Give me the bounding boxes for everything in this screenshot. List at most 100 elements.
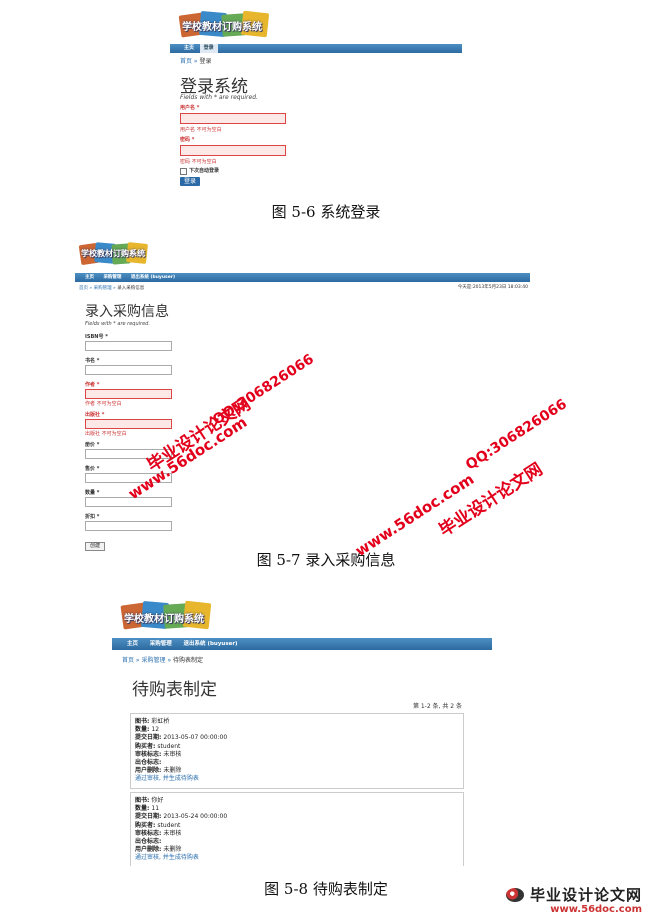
breadcrumb: 首页 » 登录 xyxy=(180,58,212,65)
list-item: 图书: 彩虹桥 数量: 12 提交日期: 2013-05-07 00:00:00 购买者: s… xyxy=(130,713,464,789)
form-field-error: 出版社 不可为空白 xyxy=(85,431,127,437)
record-field-key: 数量: xyxy=(135,726,150,734)
record-field: 购买者: student xyxy=(135,822,459,830)
form-field-label: 折扣 * xyxy=(85,514,100,520)
record-field: 图书: 你好 xyxy=(135,797,459,805)
username-label: 用户名 * xyxy=(180,105,200,111)
password-label: 密码 * xyxy=(180,137,195,143)
footer-site-text: www.56doc.com xyxy=(550,904,642,915)
breadcrumb-current: 录入采购信息 xyxy=(117,286,145,291)
app-logo: 学校教材订购系统 xyxy=(120,596,220,632)
record-field-value: 11 xyxy=(151,805,160,813)
app-logo: 学校教材订购系统 xyxy=(78,239,158,267)
record-field-value: 未删除 xyxy=(163,846,182,854)
form-field-input[interactable] xyxy=(85,419,172,429)
nav-item-login[interactable]: 登录 xyxy=(199,44,218,53)
app-logo-text: 学校教材订购系统 xyxy=(81,249,145,258)
form-field-label: 册价 * xyxy=(85,442,100,448)
app-logo-text: 学校教材订购系统 xyxy=(124,614,204,625)
required-note: Fields with * are required. xyxy=(180,94,258,101)
breadcrumb-current: 待购表制定 xyxy=(173,657,204,664)
username-error: 用户名 不可为空白 xyxy=(180,127,222,133)
nav-bar: 主页 采购管理 退出系统 (buyuser) xyxy=(112,638,492,650)
footer-logo-icon xyxy=(506,887,525,902)
breadcrumb: 首页 » 采购管理 » 录入采购信息 xyxy=(79,286,145,291)
record-field-key: 审核标志: xyxy=(135,750,162,758)
record-field-key: 购买者: xyxy=(135,742,156,750)
footer-brand-logo: 毕业设计论文网 www.56doc.com xyxy=(506,884,642,915)
username-input[interactable] xyxy=(180,113,286,124)
footer-brand-text: 毕业设计论文网 xyxy=(529,886,642,904)
record-field-key: 审核标志: xyxy=(135,829,162,837)
breadcrumb: 首页 » 采购管理 » 待购表制定 xyxy=(122,657,204,664)
app-logo: 学校教材订购系统 xyxy=(178,6,278,40)
record-field: 审核标志: 未审核 xyxy=(135,830,459,838)
record-field-key: 出仓标志: xyxy=(135,838,162,846)
breadcrumb-home[interactable]: 首页 xyxy=(122,657,134,664)
form-field-input[interactable] xyxy=(85,521,172,531)
nav-item-home[interactable]: 主页 xyxy=(81,273,98,282)
record-field-key: 图书: xyxy=(135,797,150,804)
record-field-key: 提交日期: xyxy=(135,734,162,742)
record-field-value: student xyxy=(157,821,181,829)
page-title: 待购表制定 xyxy=(132,680,217,700)
record-field-key: 提交日期: xyxy=(135,813,162,821)
login-button[interactable]: 登录 xyxy=(180,177,200,186)
record-field-value: 你好 xyxy=(151,797,164,804)
form-field-error: 作者 不可为空白 xyxy=(85,401,122,407)
record-field-value: 未审核 xyxy=(163,829,182,837)
result-summary: 第 1-2 条, 共 2 条 xyxy=(412,703,462,710)
record-field-value: 彩虹桥 xyxy=(151,718,170,725)
figure-pending-list-screenshot: 学校教材订购系统 主页 采购管理 退出系统 (buyuser) 首页 » 采购管… xyxy=(112,592,492,866)
form-field-input[interactable] xyxy=(85,389,172,399)
approve-link[interactable]: 通过审核, 并生成待购表 xyxy=(135,854,459,862)
record-field: 出仓标志: xyxy=(135,838,459,846)
record-field: 出仓标志: xyxy=(135,759,459,767)
breadcrumb-purchase[interactable]: 采购管理 xyxy=(142,657,166,664)
record-field-key: 图书: xyxy=(135,718,150,725)
page-title: 录入采购信息 xyxy=(85,304,169,320)
breadcrumb-purchase[interactable]: 采购管理 xyxy=(94,286,112,291)
datetime-text: 今天是:2013年5月23日 18:03:40 xyxy=(457,285,528,290)
password-input[interactable] xyxy=(180,145,286,156)
form-field-label: 数量 * xyxy=(85,490,100,496)
record-field: 审核标志: 未审核 xyxy=(135,751,459,759)
remember-checkbox[interactable] xyxy=(180,168,187,175)
password-error: 密码 不可为空白 xyxy=(180,159,217,165)
nav-item-logout[interactable]: 退出系统 (buyuser) xyxy=(179,638,243,650)
record-field-key: 购买者: xyxy=(135,821,156,829)
form-field-input[interactable] xyxy=(85,497,172,507)
breadcrumb-current: 登录 xyxy=(199,58,212,65)
form-field-label: 出版社 * xyxy=(85,412,105,418)
form-field-label: ISBN号 * xyxy=(85,334,108,340)
app-logo-text: 学校教材订购系统 xyxy=(182,22,262,33)
form-field-input[interactable] xyxy=(85,365,172,375)
nav-item-purchase[interactable]: 采购管理 xyxy=(99,273,125,282)
nav-item-home[interactable]: 主页 xyxy=(122,638,143,650)
breadcrumb-home[interactable]: 首页 xyxy=(79,286,88,291)
nav-bar: 主页 登录 xyxy=(170,44,462,53)
breadcrumb-home[interactable]: 首页 xyxy=(180,58,192,65)
record-field-key: 用户删除: xyxy=(135,846,162,854)
record-field-value: 2013-05-07 00:00:00 xyxy=(163,734,228,742)
nav-item-logout[interactable]: 退出系统 (buyuser) xyxy=(127,273,179,282)
list-item: 图书: 你好 数量: 11 提交日期: 2013-05-24 00:00:00 购买者: st… xyxy=(130,792,464,866)
remember-label: 下次自动登录 xyxy=(189,168,220,174)
nav-item-home[interactable]: 主页 xyxy=(180,44,198,53)
nav-item-purchase[interactable]: 采购管理 xyxy=(145,638,177,650)
record-field-key: 出仓标志: xyxy=(135,759,162,767)
figure-login-screenshot: 学校教材订购系统 主页 登录 首页 » 登录 登录系统 Fields with … xyxy=(170,2,462,188)
figure-caption-2: 图 5-7 录入采购信息 xyxy=(256,551,396,569)
nav-bar: 主页 采购管理 退出系统 (buyuser) xyxy=(75,273,530,282)
form-field-input[interactable] xyxy=(85,341,172,351)
form-field-label: 书名 * xyxy=(85,358,100,364)
approve-link[interactable]: 通过审核, 并生成待购表 xyxy=(135,775,459,783)
figure-caption-1: 图 5-6 系统登录 xyxy=(271,203,381,221)
form-field-label: 作者 * xyxy=(85,382,100,388)
record-field: 图书: 彩虹桥 xyxy=(135,718,459,726)
record-field-value: 12 xyxy=(151,726,160,734)
record-field-value: 未删除 xyxy=(163,767,182,775)
record-field-value: 2013-05-24 00:00:00 xyxy=(163,813,228,821)
record-field-key: 数量: xyxy=(135,805,150,813)
record-field-value: student xyxy=(157,742,181,750)
